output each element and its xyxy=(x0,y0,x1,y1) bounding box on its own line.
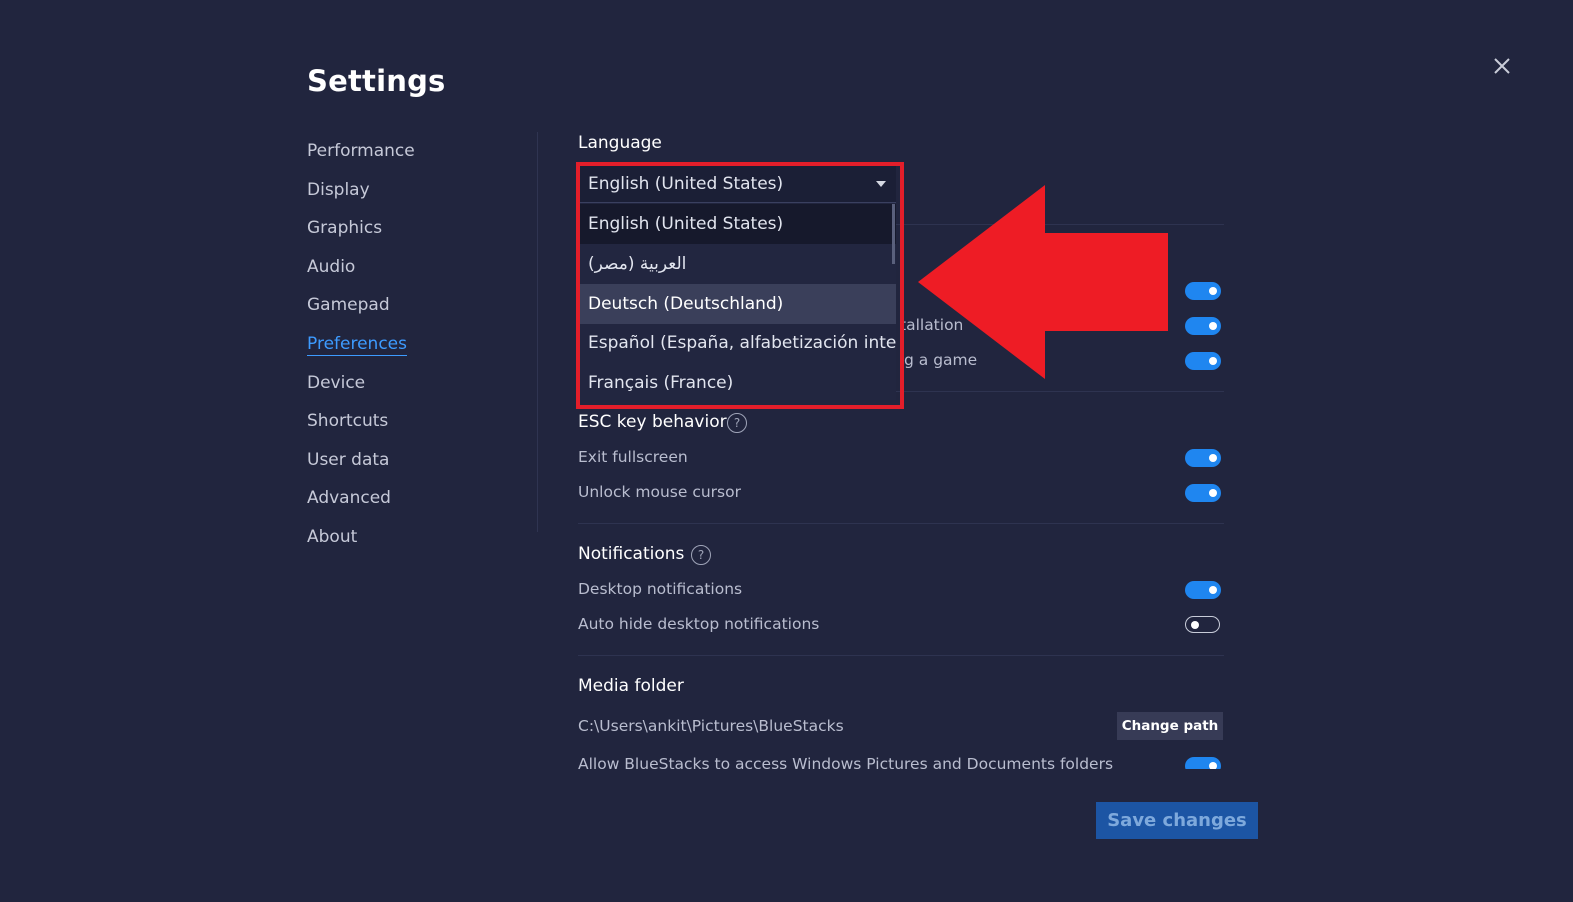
close-icon[interactable] xyxy=(1488,52,1516,80)
notifications-heading: Notifications xyxy=(578,544,685,564)
unlock-mouse-label: Unlock mouse cursor xyxy=(578,483,741,501)
exit-fullscreen-toggle[interactable] xyxy=(1185,449,1221,467)
question-circle-icon[interactable]: ? xyxy=(727,413,747,433)
sidebar-nav: Performance Display Graphics Audio Gamep… xyxy=(307,138,507,563)
media-folder-heading: Media folder xyxy=(578,676,684,696)
red-arrow-left-icon xyxy=(918,185,1168,379)
toggle-partial-setting-2[interactable] xyxy=(1185,352,1221,370)
sidebar-item-about[interactable]: About xyxy=(307,524,507,563)
save-changes-button[interactable]: Save changes xyxy=(1096,802,1258,839)
question-circle-icon[interactable]: ? xyxy=(691,545,711,565)
section-divider xyxy=(578,655,1224,656)
unlock-mouse-toggle[interactable] xyxy=(1185,484,1221,502)
sidebar-divider xyxy=(537,132,538,532)
red-highlight-box xyxy=(576,162,904,409)
auto-hide-notifications-toggle[interactable] xyxy=(1185,616,1220,633)
section-divider xyxy=(578,523,1224,524)
toggle-hidden-setting[interactable] xyxy=(1185,282,1221,300)
sidebar-item-shortcuts[interactable]: Shortcuts xyxy=(307,408,507,447)
esc-heading: ESC key behavior xyxy=(578,412,727,432)
sidebar-item-graphics[interactable]: Graphics xyxy=(307,215,507,254)
desktop-notifications-label: Desktop notifications xyxy=(578,580,743,598)
language-heading: Language xyxy=(578,133,662,153)
sidebar-item-audio[interactable]: Audio xyxy=(307,254,507,293)
sidebar-item-advanced[interactable]: Advanced xyxy=(307,485,507,524)
sidebar-item-user-data[interactable]: User data xyxy=(307,447,507,486)
change-path-button[interactable]: Change path xyxy=(1117,712,1223,740)
media-folder-path: C:\Users\ankit\Pictures\BlueStacks xyxy=(578,717,844,735)
sidebar-item-gamepad[interactable]: Gamepad xyxy=(307,292,507,331)
sidebar-item-performance[interactable]: Performance xyxy=(307,138,507,177)
scroll-cutoff-row: Allow BlueStacks to access Windows Pictu… xyxy=(578,752,1238,769)
sidebar-item-device[interactable]: Device xyxy=(307,370,507,409)
desktop-notifications-toggle[interactable] xyxy=(1185,581,1221,599)
allow-access-label: Allow BlueStacks to access Windows Pictu… xyxy=(578,755,1114,769)
page-title: Settings xyxy=(307,64,446,98)
auto-hide-notifications-label: Auto hide desktop notifications xyxy=(578,615,820,633)
exit-fullscreen-label: Exit fullscreen xyxy=(578,448,688,466)
sidebar-item-preferences[interactable]: Preferences xyxy=(307,331,507,370)
toggle-partial-setting-1[interactable] xyxy=(1185,317,1221,335)
allow-access-toggle[interactable] xyxy=(1185,757,1221,769)
sidebar-item-display[interactable]: Display xyxy=(307,177,507,216)
